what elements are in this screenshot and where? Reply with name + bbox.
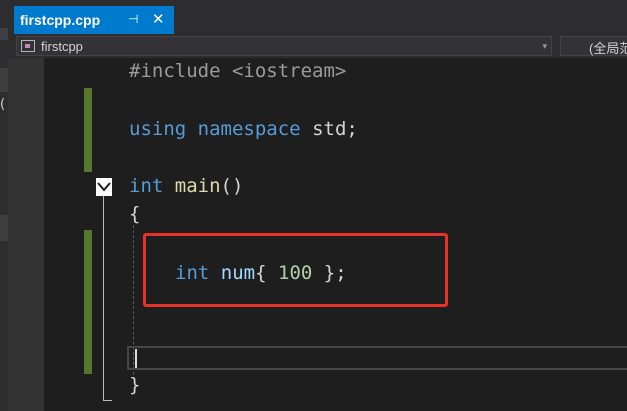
current-line-highlight <box>127 346 627 370</box>
scope-label: (全局范 <box>589 41 627 56</box>
pin-icon[interactable]: ⊣ <box>128 12 138 26</box>
document-tab-firstcpp[interactable]: firstcpp.cpp ⊣ ✕ <box>14 6 174 34</box>
project-context-label: firstcpp <box>41 38 83 54</box>
tab-title: firstcpp.cpp <box>20 12 101 28</box>
left-side-panel: ( <box>0 0 8 411</box>
side-panel-text: ( <box>0 97 6 112</box>
close-icon[interactable]: ✕ <box>152 10 165 28</box>
side-panel-tab[interactable] <box>0 215 8 241</box>
code-line-open-brace: { <box>129 203 141 225</box>
code-line-close-brace: } <box>129 374 141 396</box>
indicator-margin <box>8 58 44 411</box>
change-indicator-bar <box>84 88 92 172</box>
side-panel-tab[interactable] <box>0 68 8 92</box>
document-tab-strip: firstcpp.cpp ⊣ ✕ <box>8 0 627 34</box>
annotation-highlight-box <box>143 233 448 307</box>
code-line-using: using namespace std; <box>129 118 358 140</box>
code-line-main: int main() <box>129 175 244 197</box>
collapse-toggle[interactable] <box>96 178 112 196</box>
side-panel-tab[interactable] <box>0 28 8 40</box>
project-icon <box>21 40 35 52</box>
outline-line <box>103 196 104 401</box>
change-indicator-bar <box>84 230 92 374</box>
outline-line-end <box>103 400 112 401</box>
text-caret <box>135 349 137 368</box>
chevron-down-icon <box>97 182 111 192</box>
chevron-down-icon: ▾ <box>542 41 547 51</box>
code-line-include: #include <iostream> <box>129 60 347 82</box>
navigation-bar: firstcpp ▾ (全局范 <box>8 34 627 59</box>
scope-dropdown[interactable]: (全局范 <box>560 36 627 56</box>
project-context-dropdown[interactable]: firstcpp ▾ <box>16 36 552 56</box>
